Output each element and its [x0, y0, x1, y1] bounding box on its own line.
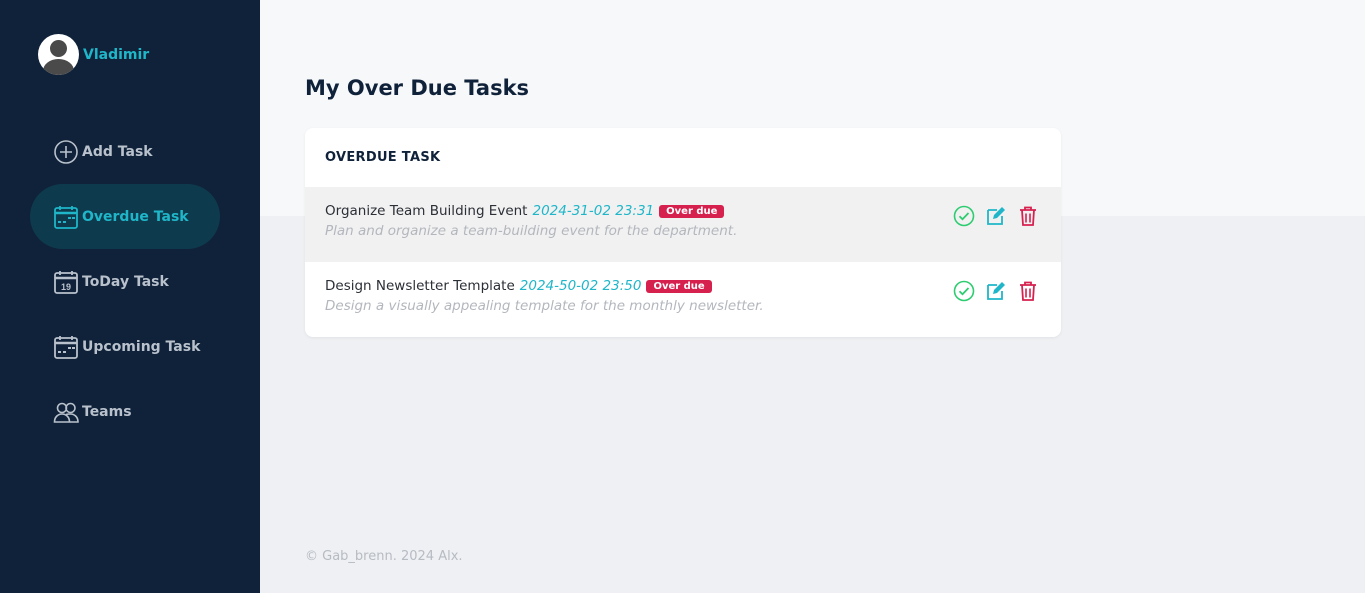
task-date: 2024-50-02 23:50 — [519, 278, 642, 294]
sidebar-item-overdue-task[interactable]: Overdue Task — [30, 184, 220, 249]
task-actions — [953, 205, 1039, 227]
sidebar-item-add-task[interactable]: Add Task — [30, 119, 220, 184]
task-description: Plan and organize a team-building event … — [325, 223, 738, 239]
plus-circle-icon — [53, 139, 79, 165]
sidebar-item-upcoming-task[interactable]: Upcoming Task — [30, 314, 220, 379]
sidebar-item-label: ToDay Task — [82, 273, 169, 290]
edit-task-button[interactable] — [985, 280, 1007, 302]
overdue-badge: Over due — [646, 279, 712, 293]
calendar-day-icon: 19 — [53, 269, 79, 295]
sidebar: Vladimir Add Task Overdue Task 19 ToDay … — [0, 0, 260, 593]
people-icon — [53, 399, 79, 425]
user-profile[interactable]: Vladimir — [38, 34, 149, 75]
edit-task-button[interactable] — [985, 205, 1007, 227]
sidebar-nav: Add Task Overdue Task 19 ToDay Task Upco… — [30, 119, 220, 444]
sidebar-item-label: Upcoming Task — [82, 338, 201, 355]
calendar-icon — [53, 204, 79, 230]
task-actions — [953, 280, 1039, 302]
task-description: Design a visually appealing template for… — [325, 298, 764, 314]
sidebar-item-label: Add Task — [82, 143, 153, 160]
card-header: OVERDUE TASK — [325, 150, 441, 165]
delete-task-button[interactable] — [1017, 205, 1039, 227]
trash-icon — [1020, 281, 1036, 301]
overdue-task-card: OVERDUE TASK Organize Team Building Even… — [305, 128, 1061, 337]
task-item[interactable]: Organize Team Building Event 2024-31-02 … — [305, 187, 1061, 262]
footer-copyright: © Gab_brenn. 2024 Alx. — [305, 549, 463, 564]
sidebar-item-label: Overdue Task — [82, 208, 189, 225]
user-name: Vladimir — [83, 46, 150, 63]
edit-icon — [987, 207, 1005, 225]
check-circle-icon — [953, 280, 975, 302]
avatar — [38, 34, 79, 75]
overdue-badge: Over due — [659, 204, 725, 218]
complete-task-button[interactable] — [953, 205, 975, 227]
task-title: Design Newsletter Template — [325, 278, 515, 294]
edit-icon — [987, 282, 1005, 300]
sidebar-item-teams[interactable]: Teams — [30, 379, 220, 444]
check-circle-icon — [953, 205, 975, 227]
delete-task-button[interactable] — [1017, 280, 1039, 302]
page-title: My Over Due Tasks — [305, 76, 530, 100]
task-item[interactable]: Design Newsletter Template 2024-50-02 23… — [305, 262, 1061, 337]
sidebar-item-label: Teams — [82, 403, 132, 420]
calendar-icon — [53, 334, 79, 360]
complete-task-button[interactable] — [953, 280, 975, 302]
task-date: 2024-31-02 23:31 — [532, 203, 655, 219]
calendar-day-number: 19 — [61, 282, 71, 292]
trash-icon — [1020, 206, 1036, 226]
sidebar-item-today-task[interactable]: 19 ToDay Task — [30, 249, 220, 314]
task-title: Organize Team Building Event — [325, 203, 528, 219]
